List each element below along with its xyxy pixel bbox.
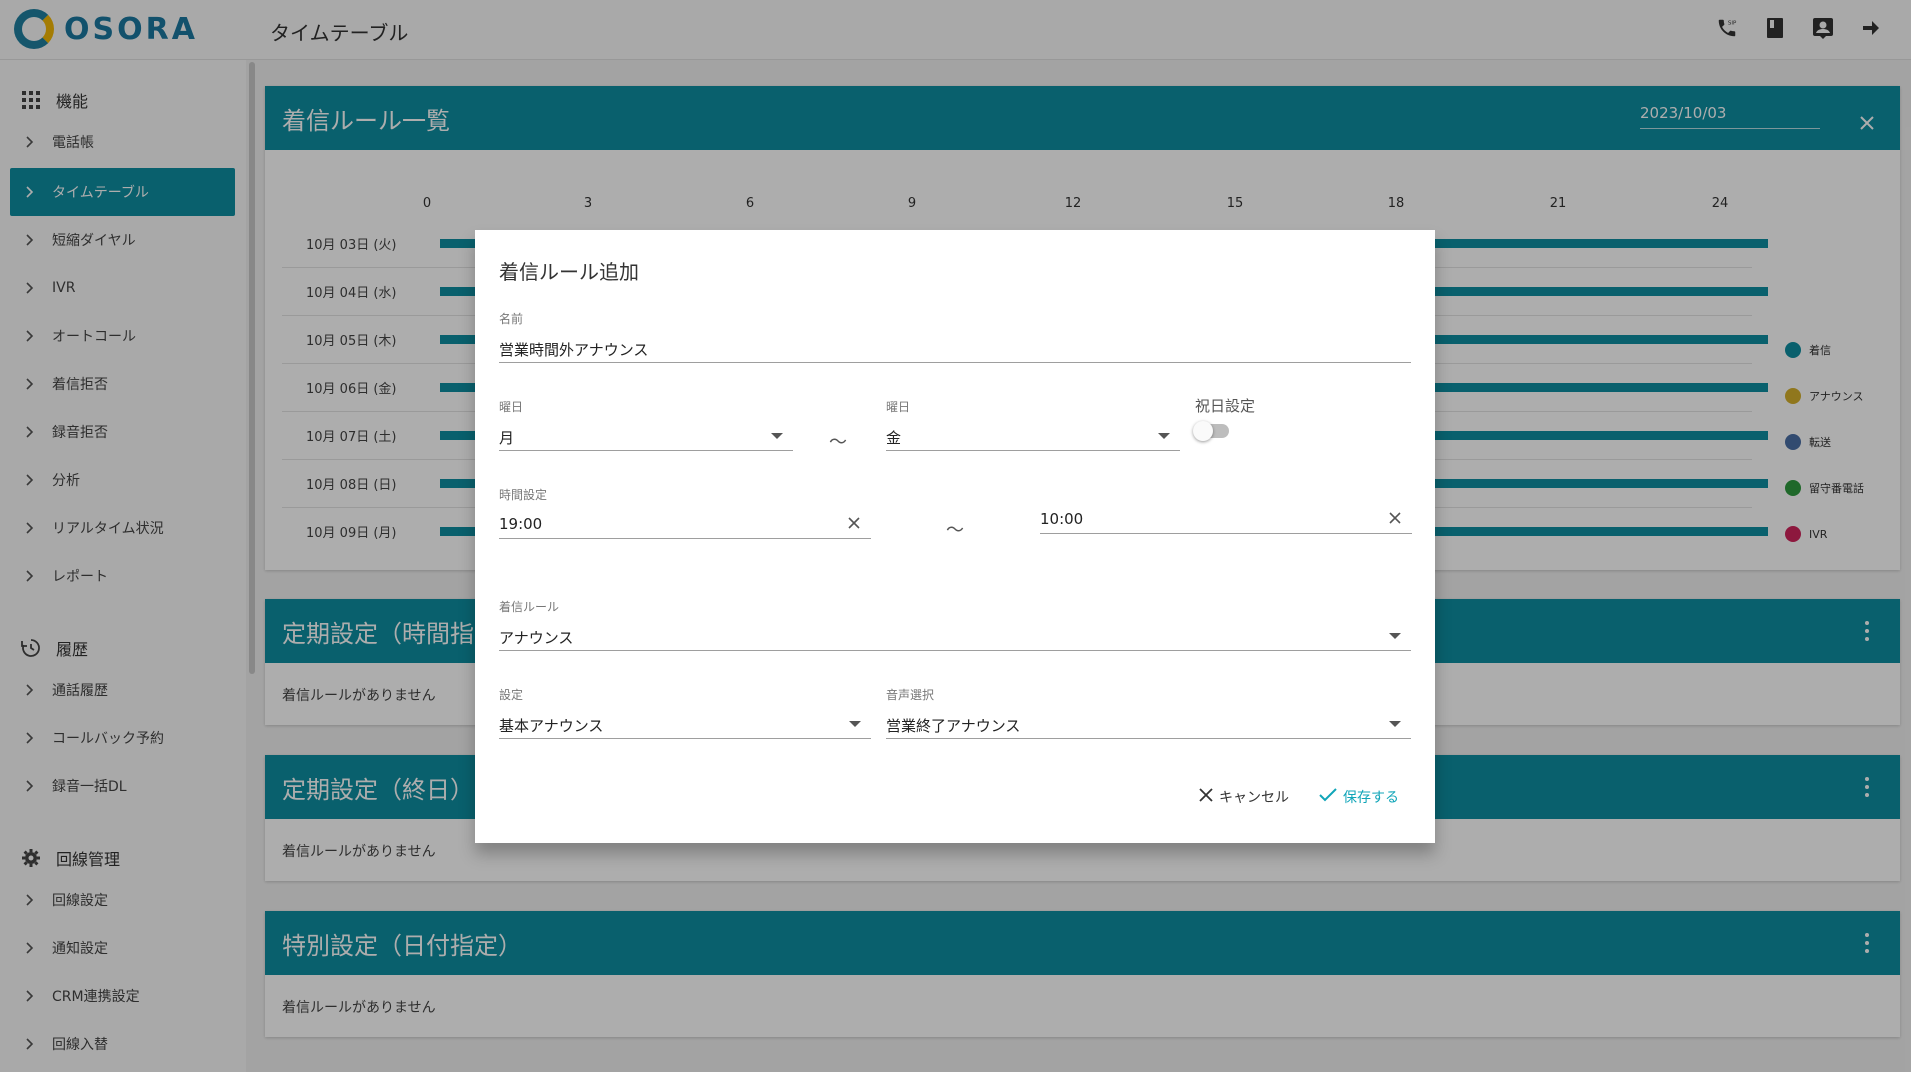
day-from-value[interactable]: 月 [499, 425, 793, 451]
cancel-button[interactable]: キャンセル [1199, 787, 1289, 807]
name-field[interactable]: 名前 営業時間外アナウンス [499, 310, 1411, 363]
save-button[interactable]: 保存する [1319, 787, 1399, 807]
time-to-field[interactable]: 10:00 [1040, 508, 1412, 534]
holiday-label: 祝日設定 [1195, 397, 1256, 415]
time-to-text: 10:00 [1040, 510, 1084, 528]
field-label: 曜日 [886, 400, 911, 414]
dropdown-arrow-icon [1389, 721, 1401, 727]
holiday-setting: 祝日設定 [1193, 395, 1256, 441]
dialog-title: 着信ルール追加 [499, 260, 639, 284]
rule-type-select[interactable]: 着信ルール アナウンス [499, 598, 1411, 651]
clear-icon[interactable] [1388, 511, 1402, 525]
day-from-select[interactable]: 曜日 月 [499, 398, 793, 451]
voice-select[interactable]: 音声選択 営業終了アナウンス [886, 686, 1411, 739]
day-to-value[interactable]: 金 [886, 425, 1180, 451]
holiday-toggle[interactable] [1193, 421, 1229, 441]
dropdown-arrow-icon [1158, 433, 1170, 439]
dropdown-arrow-icon [849, 721, 861, 727]
voice-value[interactable]: 営業終了アナウンス [886, 713, 1411, 739]
select-value: 金 [886, 429, 902, 447]
range-tilde: 〜 [829, 432, 847, 453]
close-icon [1199, 788, 1213, 806]
rule-type-value[interactable]: アナウンス [499, 625, 1411, 651]
field-label: 着信ルール [499, 600, 560, 614]
field-label: 設定 [499, 688, 524, 702]
time-from-value[interactable]: 19:00 [499, 513, 871, 539]
setting-select[interactable]: 設定 基本アナウンス [499, 686, 871, 739]
field-label: 曜日 [499, 400, 524, 414]
field-label: 時間設定 [499, 488, 548, 502]
time-to-value[interactable]: 10:00 [1040, 508, 1412, 534]
toggle-knob [1193, 421, 1213, 441]
field-label: 音声選択 [886, 688, 935, 702]
save-label: 保存する [1343, 790, 1399, 806]
setting-value[interactable]: 基本アナウンス [499, 713, 871, 739]
select-value: 基本アナウンス [499, 717, 604, 735]
name-input[interactable]: 営業時間外アナウンス [499, 337, 1411, 363]
cancel-label: キャンセル [1219, 790, 1289, 806]
field-label: 名前 [499, 312, 524, 326]
select-value: 営業終了アナウンス [886, 717, 1021, 735]
select-value: アナウンス [499, 629, 574, 647]
check-icon [1319, 788, 1337, 806]
clear-icon[interactable] [847, 516, 861, 530]
day-to-select[interactable]: 曜日 金 [886, 398, 1180, 451]
add-rule-dialog: 着信ルール追加 名前 営業時間外アナウンス 曜日 月 〜 曜日 金 祝日設定 時… [475, 230, 1435, 843]
dropdown-arrow-icon [771, 433, 783, 439]
time-from-field[interactable]: 時間設定 19:00 [499, 486, 871, 539]
dropdown-arrow-icon [1389, 633, 1401, 639]
range-tilde: 〜 [946, 520, 964, 541]
time-from-text: 19:00 [499, 515, 543, 533]
select-value: 月 [499, 429, 515, 447]
